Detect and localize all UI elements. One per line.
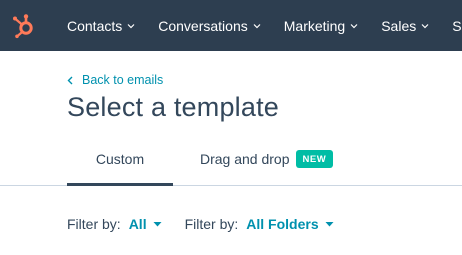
nav-item-label: Marketing [283,17,346,34]
tab-label: Custom [95,151,145,167]
filter-type: Filter by: All [67,216,162,232]
back-to-emails-link[interactable]: Back to emails [67,73,163,87]
nav-item-marketing[interactable]: Marketing [284,18,358,34]
nav-item-label: Contacts [67,17,123,34]
nav-item-service[interactable]: Ser [452,18,462,34]
back-link-label: Back to emails [82,73,164,87]
tab-custom[interactable]: Custom [67,140,173,186]
tab-drag-and-drop[interactable]: Drag and drop NEW [200,140,334,186]
chevron-left-icon [67,76,73,84]
nav-item-label: Ser [452,17,462,34]
chevron-down-icon [127,23,135,28]
chevron-down-icon [253,23,261,28]
template-tabs: Custom Drag and drop NEW [0,140,462,186]
tab-label: Drag and drop [200,151,290,167]
chevron-down-icon [350,23,358,28]
filter-folder-dropdown[interactable]: All Folders [246,216,334,232]
nav-item-contacts[interactable]: Contacts [67,18,135,34]
caret-down-icon [153,222,162,227]
nav-item-conversations[interactable]: Conversations [158,18,261,34]
nav-item-label: Sales [381,17,417,34]
filter-label: Filter by: [184,216,239,232]
filter-bar: Filter by: All Filter by: All Folders [67,216,357,232]
filter-value-label: All [128,216,147,232]
top-navigation-bar: Contacts Conversations Marketing Sales S… [0,0,462,51]
chevron-down-icon [421,23,429,28]
nav-menu: Contacts Conversations Marketing Sales S… [67,0,462,51]
hubspot-logo-icon[interactable] [10,12,38,40]
caret-down-icon [325,222,334,227]
filter-value-label: All Folders [246,216,319,232]
new-badge: NEW [295,150,334,168]
filter-folder: Filter by: All Folders [185,216,334,232]
page-title: Select a template [67,92,280,122]
filter-type-dropdown[interactable]: All [129,216,162,232]
nav-item-sales[interactable]: Sales [381,18,429,34]
nav-item-label: Conversations [158,17,248,34]
filter-label: Filter by: [67,216,121,232]
